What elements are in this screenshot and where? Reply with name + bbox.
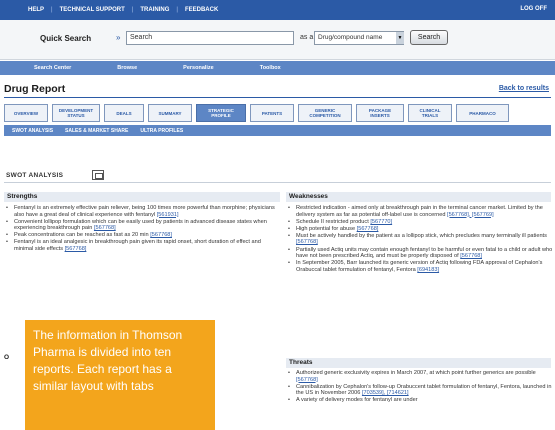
- technical-support-link[interactable]: TECHNICAL SUPPORT: [60, 7, 125, 13]
- separator: |: [51, 7, 53, 13]
- feedback-link[interactable]: FEEDBACK: [185, 7, 218, 13]
- strengths-list: Fentanyl is an extremely effective pain …: [4, 205, 280, 253]
- divider: [4, 182, 551, 183]
- list-item: Must be actively handled by the patient …: [286, 233, 554, 246]
- separator: |: [176, 7, 178, 13]
- list-item: Schedule II restricted product [567770]: [286, 219, 554, 226]
- list-item: Restricted indication - aimed only at br…: [286, 205, 554, 218]
- weaknesses-heading: Weaknesses: [286, 192, 551, 202]
- tab-strategic-profile[interactable]: STRATEGIC PROFILE: [196, 104, 246, 122]
- reference-link[interactable]: [567770]: [370, 219, 392, 225]
- subtab-swot-analysis[interactable]: SWOT ANALYSIS: [12, 128, 53, 134]
- tab-generic-competition[interactable]: GENERIC COMPETITION: [298, 104, 352, 122]
- reference-link[interactable]: [694183]: [417, 267, 439, 273]
- callout-text: The information in Thomson Pharma is div…: [33, 328, 183, 393]
- chevron-down-icon[interactable]: ▼: [396, 32, 404, 44]
- tab-overview[interactable]: OVERVIEW: [4, 104, 48, 122]
- search-type-select[interactable]: Drug/compound name: [314, 31, 404, 45]
- reference-link[interactable]: [567768]: [357, 226, 379, 232]
- list-item: High potential for abuse [567768]: [286, 226, 554, 233]
- info-callout: The information in Thomson Pharma is div…: [25, 320, 215, 430]
- threats-heading: Threats: [286, 358, 551, 368]
- divider: [4, 97, 551, 98]
- quick-search-bar: Quick Search » Search as a Drug/compound…: [0, 20, 555, 60]
- reference-link[interactable]: [561931]: [157, 212, 179, 218]
- search-as-label: as a: [300, 34, 314, 41]
- list-item: In September 2005, Barr launched its gen…: [286, 260, 554, 273]
- list-item: Fentanyl is an extremely effective pain …: [4, 205, 280, 218]
- reference-link[interactable]: [567768]: [296, 239, 318, 245]
- tab-deals[interactable]: DEALS: [104, 104, 144, 122]
- list-item: Fentanyl is an ideal analgesic in breakt…: [4, 239, 280, 252]
- reference-link[interactable]: [567768]: [65, 246, 87, 252]
- page-title: Drug Report: [4, 83, 66, 95]
- log-off-link[interactable]: LOG OFF: [520, 6, 547, 12]
- report-subtabs: SWOT ANALYSIS SALES & MARKET SHARE ULTRA…: [4, 125, 551, 136]
- nav-toolbox[interactable]: Toolbox: [260, 65, 281, 71]
- list-item: A variety of delivery modes for fentanyl…: [286, 397, 554, 404]
- back-to-results-link[interactable]: Back to results: [499, 85, 549, 92]
- reference-link[interactable]: [567768]: [296, 377, 318, 383]
- threats-list: Authorized generic exclusivity expires i…: [286, 370, 554, 404]
- tab-clinical-trials[interactable]: CLINICAL TRIALS: [408, 104, 452, 122]
- list-item: Partially used Actiq units may contain e…: [286, 247, 554, 260]
- tab-summary[interactable]: SUMMARY: [148, 104, 192, 122]
- nav-personalize[interactable]: Personalize: [183, 65, 214, 71]
- reference-link[interactable]: [567768]: [150, 232, 172, 238]
- arrow-right-icon: »: [116, 33, 121, 42]
- list-item: Peak concentrations can be reached as fa…: [4, 232, 280, 239]
- swot-section-title: SWOT ANALYSIS: [6, 172, 64, 179]
- quick-search-label: Quick Search: [40, 34, 92, 43]
- training-link[interactable]: TRAINING: [140, 7, 169, 13]
- tab-package-inserts[interactable]: PACKAGE INSERTS: [356, 104, 404, 122]
- reference-link[interactable]: [567768]: [460, 253, 482, 259]
- list-item: Convenient lollipop formulation which ca…: [4, 219, 280, 232]
- drug-report-page: HELP | TECHNICAL SUPPORT | TRAINING | FE…: [0, 0, 555, 430]
- subtab-ultra-profiles[interactable]: ULTRA PROFILES: [140, 128, 183, 134]
- top-nav-bar: HELP | TECHNICAL SUPPORT | TRAINING | FE…: [0, 0, 555, 20]
- weaknesses-list: Restricted indication - aimed only at br…: [286, 205, 554, 274]
- search-button[interactable]: Search: [410, 30, 448, 45]
- list-item: Authorized generic exclusivity expires i…: [286, 370, 554, 383]
- reference-link[interactable]: [703539], [714621]: [362, 390, 409, 396]
- tab-pharmaco[interactable]: PHARMACO: [456, 104, 509, 122]
- help-link[interactable]: HELP: [28, 7, 44, 13]
- report-tabs: OVERVIEW DEVELOPMENT STATUS DEALS SUMMAR…: [4, 104, 551, 122]
- reference-link[interactable]: [567768]: [94, 225, 116, 231]
- strengths-heading: Strengths: [4, 192, 280, 202]
- nav-search-center[interactable]: Search Center: [34, 65, 71, 71]
- separator: |: [131, 7, 134, 13]
- opportunities-heading: O: [4, 354, 10, 361]
- reference-link[interactable]: [567768], [567769]: [447, 212, 494, 218]
- list-item: Cannibalization by Cephalon's follow-up …: [286, 384, 554, 397]
- tab-patents[interactable]: PATENTS: [250, 104, 294, 122]
- main-nav: Search Center Browse Personalize Toolbox: [0, 61, 555, 75]
- quick-search-input[interactable]: Search: [126, 31, 294, 45]
- tab-development-status[interactable]: DEVELOPMENT STATUS: [52, 104, 100, 122]
- subtab-sales-market-share[interactable]: SALES & MARKET SHARE: [65, 128, 128, 134]
- nav-browse[interactable]: Browse: [117, 65, 137, 71]
- expand-window-icon[interactable]: [92, 170, 104, 180]
